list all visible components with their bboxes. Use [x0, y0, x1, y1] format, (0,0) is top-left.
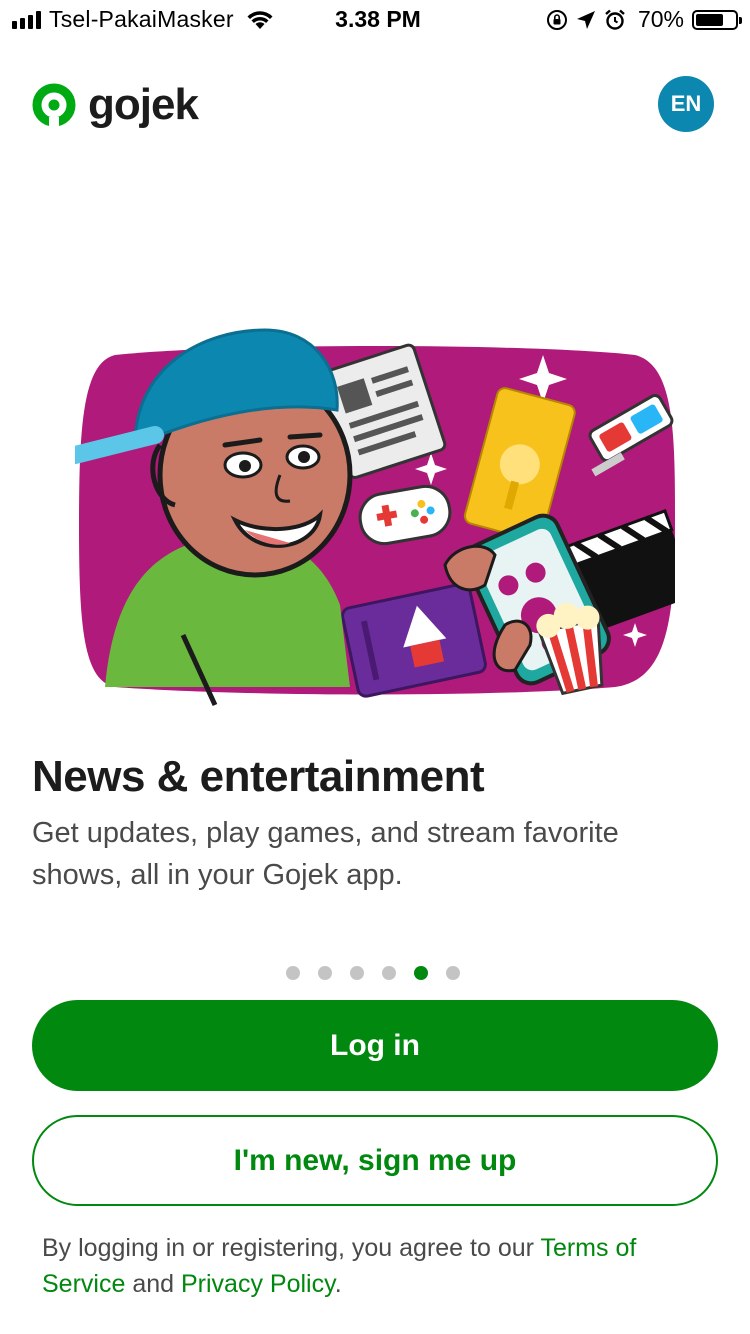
gojek-logo: gojek	[32, 80, 199, 130]
page-dot	[318, 966, 332, 980]
legal-suffix: .	[334, 1270, 342, 1298]
page-dot	[446, 966, 460, 980]
signup-button[interactable]: I'm new, sign me up	[32, 1115, 718, 1206]
legal-notice: By logging in or registering, you agree …	[42, 1230, 702, 1302]
rotation-lock-icon	[546, 9, 567, 30]
legal-conjunction: and	[125, 1270, 181, 1298]
login-button[interactable]: Log in	[32, 1000, 718, 1091]
legal-prefix: By logging in or registering, you agree …	[42, 1234, 541, 1262]
page-dot	[286, 966, 300, 980]
alarm-icon	[605, 9, 625, 30]
news-entertainment-illustration	[75, 328, 675, 707]
page-dot	[350, 966, 364, 980]
battery-icon	[692, 9, 742, 30]
privacy-policy-link[interactable]: Privacy Policy	[181, 1270, 335, 1298]
gojek-logo-icon	[32, 83, 76, 127]
onboarding-title: News & entertainment	[32, 752, 485, 801]
language-button[interactable]: EN	[658, 76, 714, 132]
status-bar: Tsel-PakaiMasker 3.38 PM 70%	[0, 0, 750, 40]
page-indicator	[0, 966, 750, 980]
battery-percentage: 70%	[637, 6, 684, 32]
page-dot	[382, 966, 396, 980]
status-right: 70%	[546, 6, 742, 33]
logo-text: gojek	[88, 80, 199, 129]
battery-level	[696, 13, 723, 26]
onboarding-description: Get updates, play games, and stream favo…	[32, 817, 619, 891]
location-icon	[576, 10, 595, 29]
page-dot	[414, 966, 428, 980]
